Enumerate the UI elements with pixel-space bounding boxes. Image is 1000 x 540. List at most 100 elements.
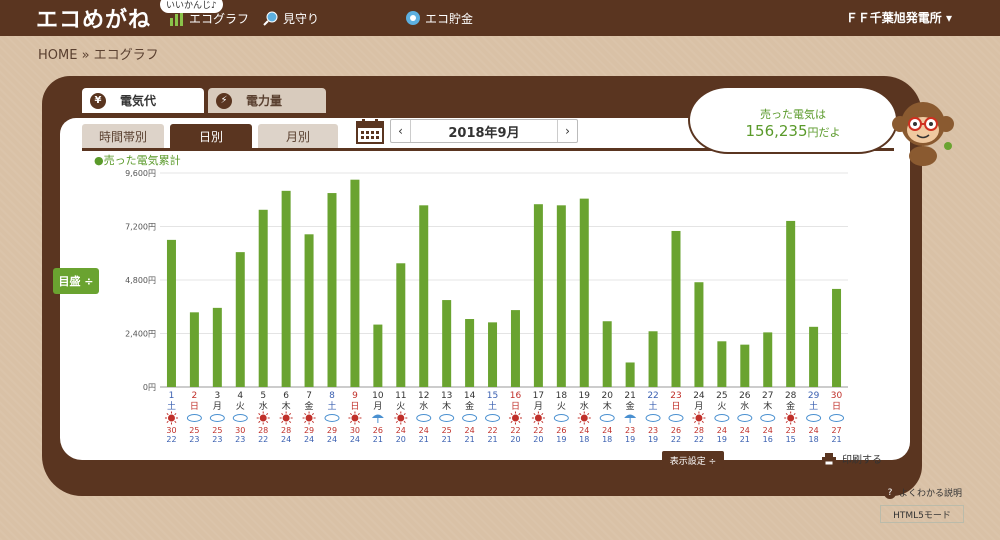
x-tick-day: 14 [464,391,476,401]
high-temp: 30 [350,426,360,435]
bar [832,288,842,387]
next-month-button[interactable]: › [557,120,577,142]
low-temp: 20 [533,435,543,444]
bar [717,341,727,387]
sun-ray [785,420,788,423]
bar [212,307,222,387]
sun-ray [166,420,169,423]
high-temp: 26 [556,426,566,435]
low-temp: 21 [373,435,383,444]
high-temp: 30 [166,426,176,435]
sun-ray [266,413,269,416]
x-tick-weekday: 金 [305,400,314,412]
bar [465,319,475,387]
x-tick-day: 7 [306,391,312,401]
low-temp: 20 [510,435,520,444]
sun-ray [304,413,307,416]
tab-electricity-amount[interactable]: ⚡ 電力量 [208,88,326,113]
help-link[interactable]: ? よくわかる説明 [884,486,962,499]
sun-ray [541,420,544,423]
high-temp: 22 [533,426,543,435]
sun-ray [579,420,582,423]
low-temp: 23 [189,435,199,444]
sold-electricity-amount-line: 156,235円だよ [690,122,896,140]
x-tick-weekday: 火 [557,401,566,412]
sun-ray [311,420,315,423]
low-temp: 22 [694,435,704,444]
sun-ray [357,413,360,416]
high-temp: 25 [442,426,452,435]
x-tick-weekday: 水 [580,400,589,412]
sold-electricity-caption: 売った電気は [760,108,826,121]
nav-watch[interactable]: 見守り [263,10,319,27]
cloud-icon [737,414,753,422]
low-temp: 21 [442,435,452,444]
sun-ray [281,420,284,423]
bar [281,190,291,387]
sun-ray [793,420,796,423]
sun-ray [357,420,360,423]
sun-ray [587,413,590,416]
high-temp: 26 [671,426,681,435]
x-tick-day: 18 [556,391,568,401]
low-temp: 21 [831,435,841,444]
nav-eco-savings[interactable]: エコ貯金 [405,10,473,27]
x-tick-day: 22 [647,391,658,401]
cloud-icon [760,414,776,422]
cloud-icon [186,414,202,422]
sun-icon [351,414,359,422]
x-tick-weekday: 土 [809,400,818,412]
bar [533,204,543,387]
low-temp: 18 [809,435,819,444]
cloud-icon [829,414,845,422]
high-temp: 25 [189,426,199,435]
low-temp: 22 [258,435,268,444]
display-settings-button[interactable]: 表示設定 ÷ [662,451,724,469]
sun-ray [693,420,697,423]
sun-ray [258,413,261,416]
low-temp: 23 [235,435,245,444]
scale-toggle-button[interactable]: 目盛 ÷ [53,268,99,294]
x-tick-weekday: 月 [534,401,543,412]
x-tick-day: 4 [237,391,243,401]
subtab-hourly[interactable]: 時間帯別 [82,124,164,148]
sun-ray [533,420,536,423]
high-temp: 26 [373,426,383,435]
high-temp: 24 [419,426,429,435]
x-tick-weekday: 日 [832,401,841,412]
prev-month-button[interactable]: ‹ [391,120,411,142]
x-tick-day: 9 [352,391,358,401]
x-tick-weekday: 土 [649,400,658,412]
sun-ray [395,413,398,416]
subtab-monthly[interactable]: 月別 [258,124,338,148]
x-tick-weekday: 火 [236,401,245,412]
y-tick-label: 2,400円 [125,330,156,339]
sun-icon [695,414,703,422]
high-temp: 23 [786,426,796,435]
app-logo[interactable]: エコめがね [36,2,151,34]
sun-ray [693,413,697,416]
tab-electricity-cost[interactable]: ¥ 電気代 [82,88,204,113]
sold-electricity-suffix: 円だよ [807,126,841,139]
print-button[interactable]: 印刷する [822,451,882,466]
sun-ray [541,413,544,416]
bar [350,179,360,387]
x-tick-day: 13 [441,391,452,401]
cloud-icon [232,414,248,422]
low-temp: 19 [625,435,635,444]
high-temp: 28 [694,426,704,435]
subtab-daily[interactable]: 日別 [170,124,252,148]
nav-watch-label: 見守り [283,11,320,26]
x-tick-day: 28 [785,391,797,401]
html5-mode-button[interactable]: HTML5モード [880,505,964,523]
x-tick-weekday: 金 [786,400,795,412]
calendar-icon[interactable] [356,118,384,144]
mood-bubble: いいかんじ♪ [160,0,223,13]
low-temp: 21 [465,435,475,444]
x-tick-day: 2 [192,391,198,401]
site-selector[interactable]: ＦＦ千葉旭発電所 ▾ [846,9,952,26]
high-temp: 27 [831,426,841,435]
cloud-icon [645,414,661,422]
printer-icon [822,452,836,465]
sun-ray [403,420,406,423]
